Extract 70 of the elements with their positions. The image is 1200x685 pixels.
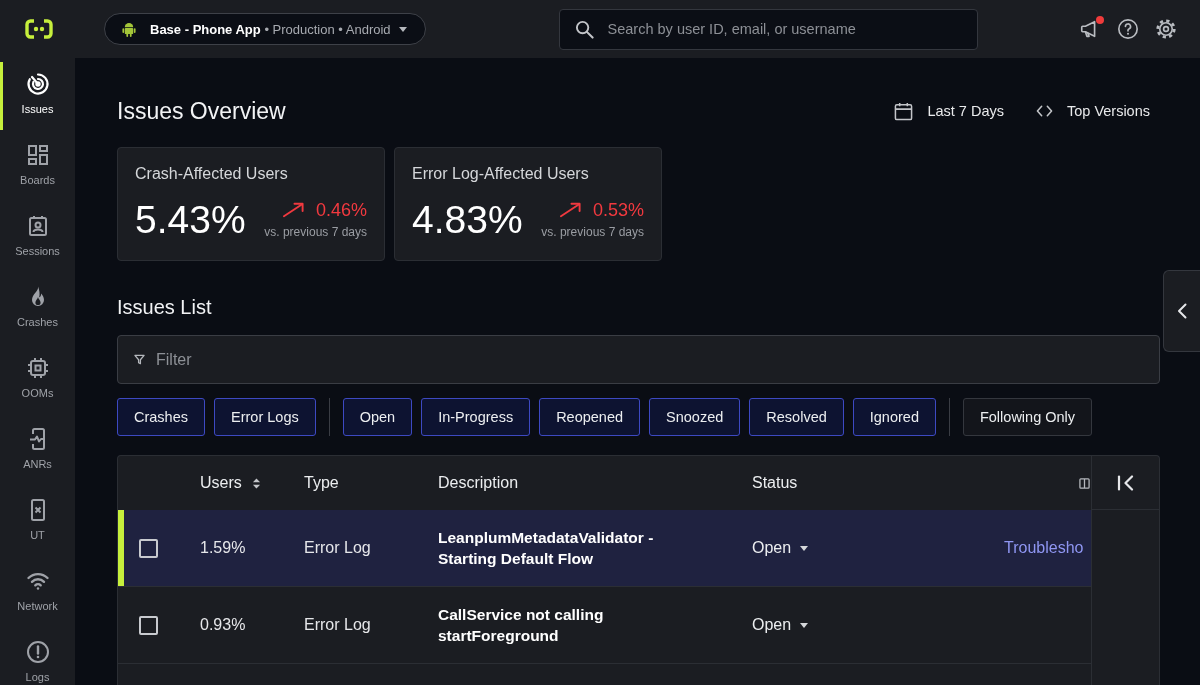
date-range-button[interactable]: Last 7 Days [894, 101, 1004, 121]
filter-chip[interactable]: Crashes [117, 398, 205, 436]
filter-icon [134, 354, 145, 365]
filter-chip[interactable]: Error Logs [214, 398, 316, 436]
column-header: Status [752, 474, 798, 492]
filter-chip[interactable]: Ignored [852, 398, 936, 436]
code-icon [1035, 105, 1053, 117]
search-field[interactable]: Search by user ID, email, or username [558, 8, 978, 50]
dashboard-icon [25, 143, 50, 167]
sidebar-item[interactable]: UT [3, 488, 72, 548]
filter-chip[interactable]: Snoozed [649, 398, 741, 436]
calendar-icon [894, 101, 914, 121]
row-checkbox[interactable] [139, 538, 158, 558]
target-icon [25, 72, 50, 96]
stat-value: 5.43% [135, 197, 246, 243]
collapse-icon[interactable] [1117, 474, 1135, 491]
filter-chip[interactable]: In-Progress [421, 398, 531, 436]
stat-label: Error Log-Affected Users [412, 164, 590, 184]
columns-icon[interactable] [1079, 477, 1090, 489]
page-title: Issues Overview [117, 97, 286, 126]
filter-chip[interactable]: Resolved [749, 398, 844, 436]
search-icon [574, 19, 594, 39]
stat-change: 0.46% [315, 199, 367, 221]
robot-icon [122, 21, 136, 37]
table-row[interactable]: 1.59% Error Log LeanplumMetadataValidator - Starting Default Flow Open Troublesho [118, 510, 1091, 587]
troubleshoot-link[interactable]: Troublesho [1004, 539, 1084, 557]
status-dropdown[interactable]: Open [752, 616, 809, 634]
description-cell-text: CallService not calling startForeground [438, 605, 605, 646]
alert-circle-icon [25, 640, 50, 664]
filter-chip[interactable]: Open [342, 398, 413, 436]
stat-change: 0.53% [592, 199, 644, 221]
status-dropdown[interactable]: Open [752, 539, 809, 557]
column-header: Description [438, 474, 519, 492]
sidebar-item[interactable]: Logs [3, 630, 72, 684]
sidebar-item[interactable]: Issues [3, 62, 72, 122]
sort-icon [251, 476, 261, 490]
sidebar-item[interactable]: Crashes [3, 275, 72, 335]
panel-toggle-button[interactable] [1163, 270, 1200, 352]
stat-comparison: vs. previous 7 days [264, 225, 367, 239]
caret-icon [800, 545, 809, 551]
help-icon[interactable] [1117, 18, 1139, 40]
app-selector[interactable]: Base - Phone App • Production • Android [104, 13, 426, 45]
row-checkbox[interactable] [139, 615, 158, 635]
versions-button[interactable]: Top Versions [1035, 101, 1150, 121]
table-row[interactable]: 0.93% Error Log CallService not calling startForeground Open [118, 587, 1091, 664]
column-header: Type [304, 474, 339, 492]
caret-icon [800, 622, 809, 628]
sidebar-item[interactable]: Boards [3, 133, 72, 193]
type-cell: Error Log [304, 616, 371, 634]
filter-chip[interactable]: Following Only [962, 398, 1093, 436]
users-cell: 0.93% [200, 616, 246, 634]
chip-icon [25, 356, 50, 380]
caret-icon [398, 26, 407, 32]
filter-chip[interactable]: Reopened [539, 398, 641, 436]
stat-label: Crash-Affected Users [135, 164, 289, 184]
sidebar-item[interactable]: Sessions [3, 204, 72, 264]
logo-icon[interactable] [24, 19, 53, 39]
sidebar-item[interactable]: Network [3, 559, 72, 619]
sidebar-item[interactable]: OOMs [3, 346, 72, 406]
chevron-left-icon [1177, 303, 1187, 319]
description-cell-text: LeanplumMetadataValidator - Starting Default Flow [438, 528, 655, 569]
section-title: Issues List [117, 295, 213, 320]
type-cell: Error Log [304, 539, 371, 557]
stat-value: 4.83% [412, 197, 523, 243]
stat-comparison: vs. previous 7 days [541, 225, 644, 239]
users-cell: 1.59% [200, 539, 246, 557]
column-header[interactable]: Users [200, 474, 261, 492]
sidebar-item[interactable]: ANRs [3, 417, 72, 477]
settings-icon[interactable] [1155, 18, 1177, 40]
filter-field[interactable]: Filter [117, 335, 1160, 384]
